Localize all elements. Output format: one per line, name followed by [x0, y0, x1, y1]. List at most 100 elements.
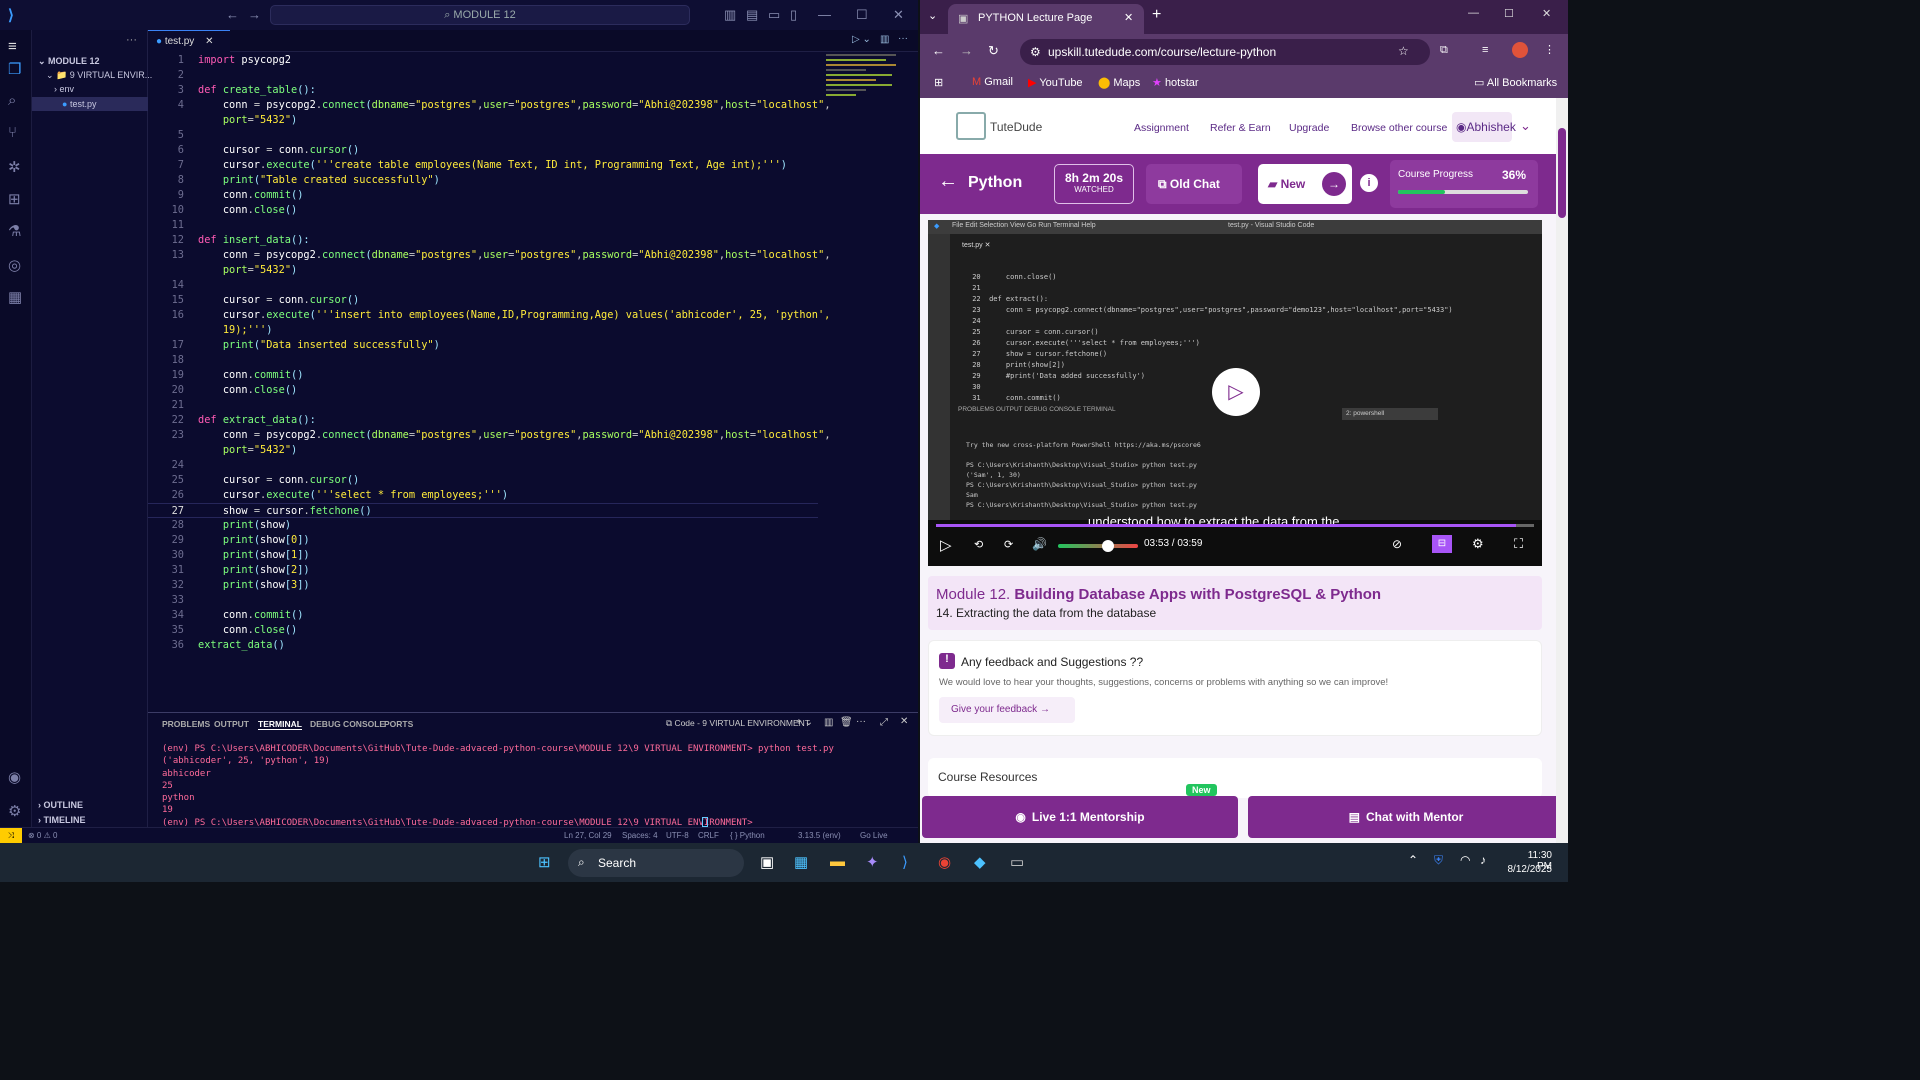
file-explorer-icon[interactable]: ▬	[830, 853, 845, 870]
code-line[interactable]: 30 print(show[1])	[148, 548, 818, 563]
code-line[interactable]: 3 def create_table():	[148, 83, 818, 98]
rewind-icon[interactable]: ⟲	[974, 538, 983, 551]
minimap[interactable]	[826, 52, 908, 122]
code-line[interactable]: 25 cursor = conn.cursor()	[148, 473, 818, 488]
toggle-sidebar-icon[interactable]: ▤	[746, 7, 758, 23]
bookmark-gmail[interactable]: M Gmail	[972, 76, 1013, 88]
explorer-icon[interactable]: ❐	[8, 60, 21, 78]
code-line[interactable]: 7 cursor.execute('''create table employe…	[148, 158, 818, 173]
tab-test-py[interactable]: ● test.py ✕	[148, 30, 230, 52]
address-bar[interactable]: ⚙ upskill.tutedude.com/course/lecture-py…	[1020, 39, 1430, 65]
new-terminal-icon[interactable]: + ⌄	[796, 717, 813, 728]
code-line[interactable]: 17 print("Data inserted successfully")	[148, 338, 818, 353]
logo-text[interactable]: TuteDude	[990, 120, 1042, 134]
give-feedback-button[interactable]: Give your feedback →	[939, 697, 1075, 723]
scroll-thumb[interactable]	[1558, 128, 1566, 218]
account-icon[interactable]: ◉	[8, 768, 21, 786]
chrome-close-icon[interactable]: ✕	[1542, 7, 1551, 20]
tab-search-icon[interactable]: ⌄	[928, 9, 937, 22]
code-line[interactable]: 32 print(show[3])	[148, 578, 818, 593]
toggle-secondary-icon[interactable]: ▯	[790, 7, 797, 23]
back-arrow-icon[interactable]: ←	[938, 170, 958, 193]
apps-icon[interactable]: ⊞	[934, 76, 943, 89]
info-icon[interactable]: i	[1360, 174, 1378, 192]
user-menu[interactable]: ◉Abhishek	[1452, 112, 1516, 142]
start-icon[interactable]: ⊞	[538, 853, 551, 871]
video-player[interactable]: ◆ File Edit Selection View Go Run Termin…	[928, 220, 1542, 566]
cursor-position[interactable]: Ln 27, Col 29	[564, 831, 612, 840]
forward-icon[interactable]: ⟳	[1004, 538, 1013, 551]
code-line[interactable]: 14	[148, 278, 818, 293]
old-chat-button[interactable]: ⧉ Old Chat	[1146, 164, 1242, 204]
chrome-maximize-icon[interactable]: ☐	[1504, 7, 1514, 20]
tutedude-logo-icon[interactable]	[956, 112, 986, 140]
code-line[interactable]: 36 extract_data()	[148, 638, 818, 653]
settings-gear-icon[interactable]: ⚙	[8, 802, 21, 820]
tab-problems[interactable]: PROBLEMS	[162, 719, 210, 729]
back-icon[interactable]: ←	[226, 7, 239, 22]
bookmark-star-icon[interactable]: ☆	[1398, 44, 1409, 58]
indent-setting[interactable]: Spaces: 4	[622, 831, 658, 840]
split-editor-icon[interactable]: ▥	[880, 34, 889, 45]
tab-ports[interactable]: PORTS	[384, 719, 413, 729]
source-control-icon[interactable]: ⑂	[8, 124, 17, 141]
code-line[interactable]: 22 def extract_data():	[148, 413, 818, 428]
task-view-icon[interactable]: ▣	[760, 853, 774, 871]
fullscreen-icon[interactable]: ⛶	[1514, 536, 1523, 552]
error-count[interactable]: ⊗ 0 ⚠ 0	[28, 831, 57, 840]
folder-env[interactable]: › env	[54, 84, 74, 94]
editor-more-icon[interactable]: ···	[898, 33, 908, 44]
hide-icon[interactable]: ⊘	[1392, 537, 1402, 551]
vscode-logo-icon[interactable]: ⟩	[8, 6, 14, 24]
encoding[interactable]: UTF-8	[666, 831, 689, 840]
nav-assignment[interactable]: Assignment	[1134, 122, 1189, 134]
chrome-minimize-icon[interactable]: —	[1468, 7, 1479, 19]
code-line[interactable]: port="5432")	[148, 263, 818, 278]
code-editor[interactable]: 1 import psycopg2 2 3 def create_table(): 4 c…	[148, 52, 908, 712]
volume-icon[interactable]: 🔊	[1032, 537, 1047, 551]
taskbar-search[interactable]: ⌕ Search	[568, 849, 744, 877]
media-icon[interactable]: ≡	[1482, 44, 1488, 56]
site-info-icon[interactable]: ⚙	[1030, 45, 1041, 59]
close-panel-icon[interactable]: ✕	[900, 716, 908, 727]
tab-close-icon[interactable]: ✕	[205, 36, 213, 47]
code-line[interactable]: 35 conn.close()	[148, 623, 818, 638]
code-line[interactable]: 19 conn.commit()	[148, 368, 818, 383]
profile-avatar[interactable]	[1512, 42, 1528, 58]
code-line[interactable]: 21	[148, 398, 818, 413]
code-line[interactable]: 26 cursor.execute('''select * from emplo…	[148, 488, 818, 503]
code-line[interactable]: 6 cursor = conn.cursor()	[148, 143, 818, 158]
terminal-taskbar-icon[interactable]: ▭	[1010, 853, 1024, 871]
user-chevron-icon[interactable]: ⌄	[1520, 118, 1531, 134]
code-line[interactable]: 18	[148, 353, 818, 368]
code-line[interactable]: 34 conn.commit()	[148, 608, 818, 623]
outline-section[interactable]: › OUTLINE	[38, 800, 83, 810]
new-tab-icon[interactable]: +	[1152, 6, 1161, 24]
video-progress-fill[interactable]	[936, 524, 1517, 527]
layout-icon[interactable]: ▥	[724, 7, 736, 23]
toggle-panel-icon[interactable]: ▭	[768, 7, 780, 23]
app-taskbar-icon[interactable]: ◆	[974, 853, 986, 871]
file-test-py[interactable]: ● test.py	[62, 99, 96, 109]
code-line[interactable]: port="5432")	[148, 113, 818, 128]
tab-terminal[interactable]: TERMINAL	[258, 719, 302, 730]
captions-icon[interactable]: ⊟	[1432, 535, 1452, 553]
speaker-icon[interactable]: ♪	[1480, 853, 1486, 867]
chrome-taskbar-icon[interactable]: ◉	[938, 853, 951, 871]
code-line[interactable]: 12 def insert_data():	[148, 233, 818, 248]
menu-icon[interactable]: ≡	[8, 38, 17, 55]
mentorship-button[interactable]: ◉ Live 1:1 Mentorship New	[922, 784, 1238, 838]
maximize-panel-icon[interactable]: ⤢	[880, 717, 888, 728]
code-line[interactable]: 16 cursor.execute('''insert into employe…	[148, 308, 831, 323]
reload-icon[interactable]: ↻	[988, 43, 999, 59]
vscode-taskbar-icon[interactable]: ⟩	[902, 853, 908, 871]
code-line[interactable]: 4 conn = psycopg2.connect(dbname="postgr…	[148, 98, 831, 113]
code-line[interactable]: 28 print(show)	[148, 518, 818, 533]
python-env[interactable]: 3.13.5 (env)	[798, 831, 841, 840]
panel-more-icon[interactable]: ···	[856, 716, 866, 727]
minimize-icon[interactable]: —	[818, 7, 831, 22]
play-overlay-icon[interactable]: ▷	[1212, 368, 1260, 416]
folder-venv[interactable]: ⌄ 📁 9 VIRTUAL ENVIR...	[46, 70, 152, 81]
code-line[interactable]: 24	[148, 458, 818, 473]
code-line[interactable]: 27 show = cursor.fetchone()	[148, 503, 818, 518]
